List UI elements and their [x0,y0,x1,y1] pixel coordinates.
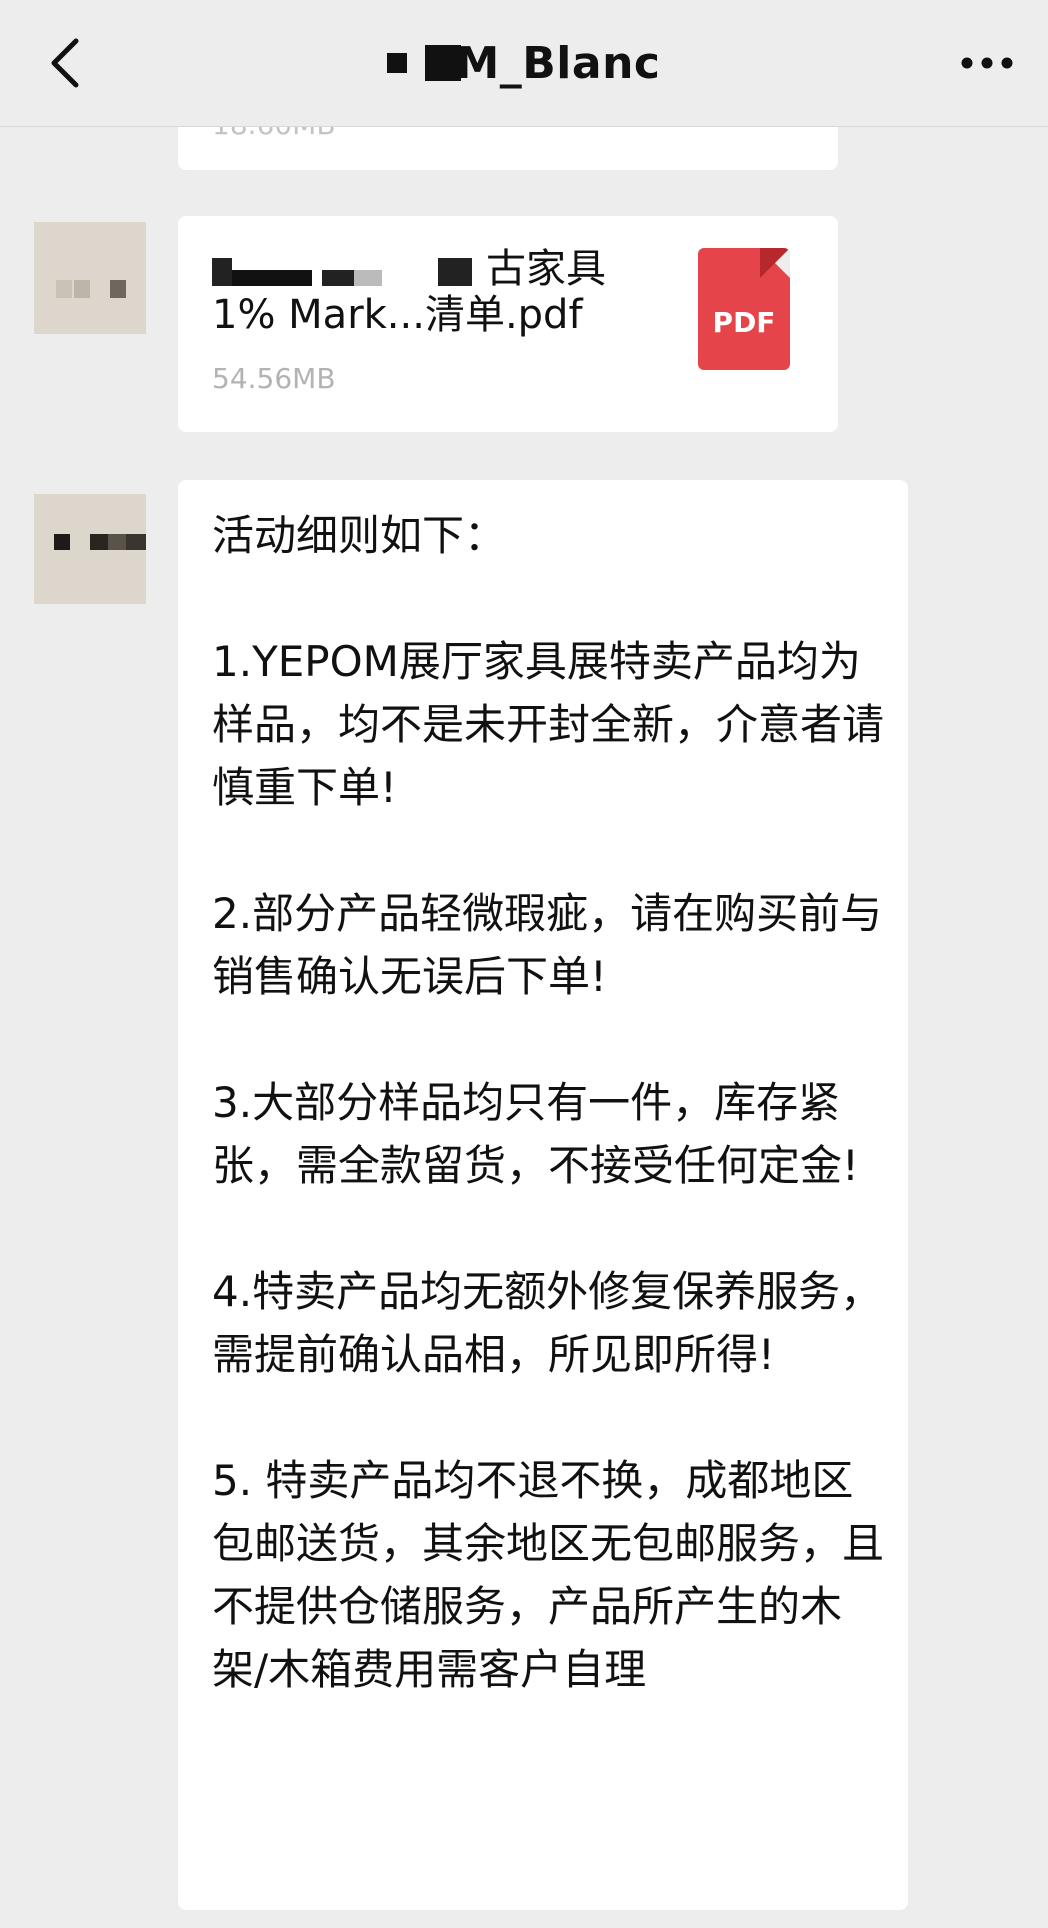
chat-title: M_Blanc [387,38,660,89]
more-button[interactable] [952,33,1022,93]
top-bar: M_Blanc [0,0,1048,127]
chevron-left-icon [51,38,79,88]
redacted-name-part [387,53,408,73]
file-name: 古家具 1% Mark...清单.pdf [212,246,652,338]
avatar[interactable] [34,494,146,604]
avatar[interactable] [34,222,146,334]
pdf-icon-label: PDF [712,306,776,339]
file-size: 54.56MB [212,362,336,395]
text-message-bubble[interactable]: 活动细则如下： 1.YEPOM展厅家具展特卖产品均为样品，均不是未开封全新，介意… [178,480,908,1910]
file-name-line2: 1% Mark...清单.pdf [212,292,583,338]
chat-title-text: M_Blanc [455,37,661,89]
pdf-file-icon: PDF [698,248,790,370]
message-text: 活动细则如下： 1.YEPOM展厅家具展特卖产品均为样品，均不是未开封全新，介意… [212,511,885,1694]
file-message-bubble[interactable]: 古家具 1% Mark...清单.pdf 54.56MB PDF [178,216,838,432]
back-button[interactable] [36,33,96,93]
more-dots-icon [961,57,1013,69]
file-name-line1: 古家具 [486,246,606,292]
